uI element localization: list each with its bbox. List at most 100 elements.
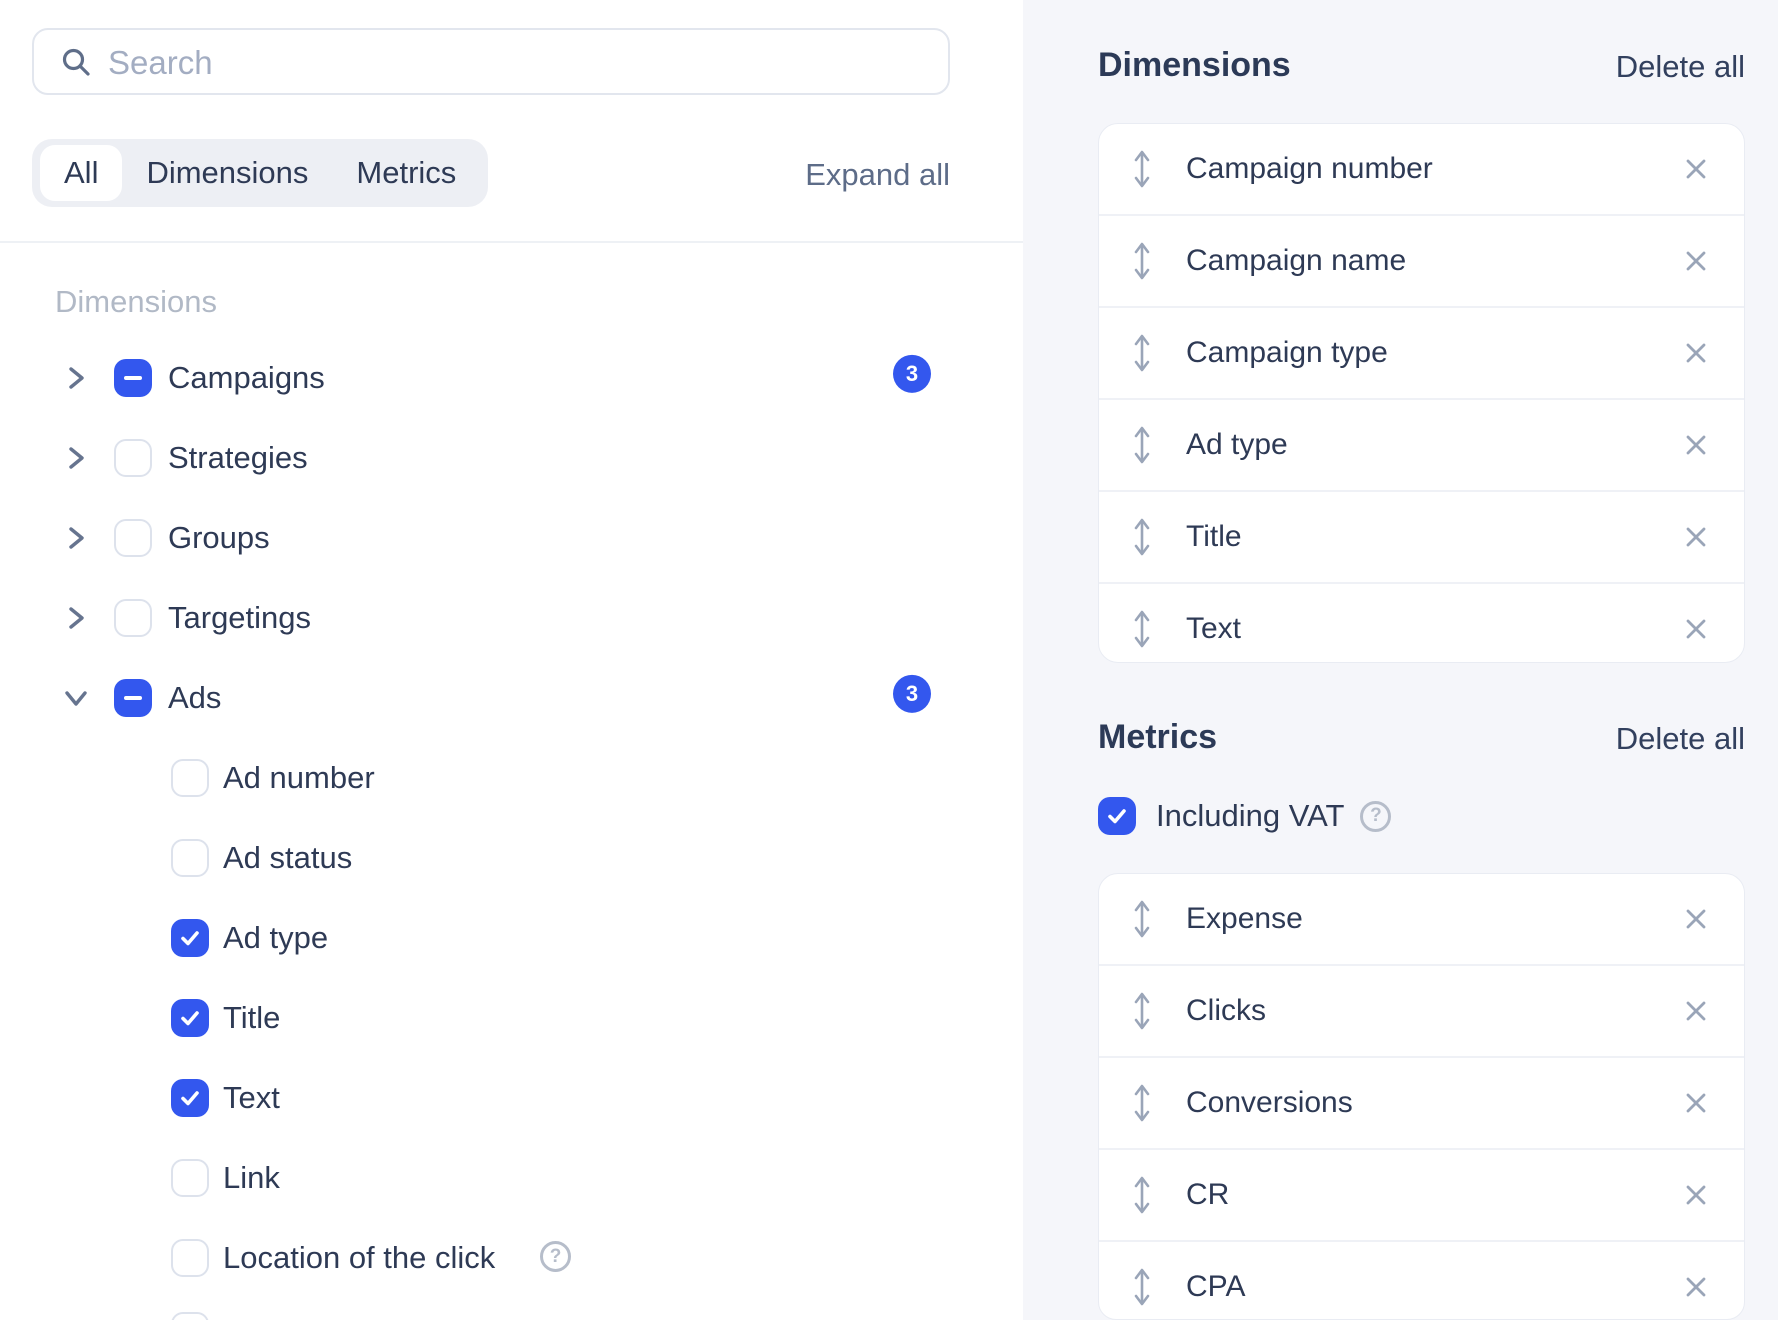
checkbox-unchecked[interactable] <box>171 1239 209 1277</box>
metric-row[interactable]: CR <box>1099 1148 1744 1240</box>
remove-icon[interactable] <box>1682 1181 1710 1209</box>
selected-fields-panel: Dimensions Delete all Campaign number Ca… <box>1023 0 1778 1320</box>
chevron-right-icon[interactable] <box>62 444 90 472</box>
checkbox-checked[interactable] <box>171 999 209 1037</box>
remove-icon[interactable] <box>1682 997 1710 1025</box>
tab-dimensions[interactable]: Dimensions <box>122 145 332 201</box>
tree-item-label: Ad status <box>223 840 352 876</box>
dimension-row[interactable]: Text <box>1099 582 1744 663</box>
metric-row[interactable]: Expense <box>1099 874 1744 964</box>
tree-section-header: Dimensions <box>55 284 217 320</box>
check-icon <box>178 926 202 950</box>
checkbox-indeterminate[interactable] <box>114 679 152 717</box>
checkbox-unchecked[interactable] <box>171 839 209 877</box>
checkbox-checked[interactable] <box>171 919 209 957</box>
tree-row-campaigns[interactable]: Campaigns 3 <box>0 338 1023 418</box>
drag-reorder-icon[interactable] <box>1132 239 1152 283</box>
chevron-down-icon[interactable] <box>62 684 90 712</box>
checkbox-unchecked-partial[interactable] <box>171 1312 209 1320</box>
metric-label: Expense <box>1186 902 1303 936</box>
dimensions-heading: Dimensions <box>1098 46 1291 85</box>
tab-all[interactable]: All <box>40 145 122 201</box>
tree-row-location-of-the-click[interactable]: Location of the click ? <box>0 1218 1023 1298</box>
dimension-row[interactable]: Title <box>1099 490 1744 582</box>
remove-icon[interactable] <box>1682 1089 1710 1117</box>
vat-checkbox-checked[interactable] <box>1098 797 1136 835</box>
drag-reorder-icon[interactable] <box>1132 607 1152 651</box>
header-divider <box>0 241 1023 243</box>
remove-icon[interactable] <box>1682 339 1710 367</box>
checkbox-unchecked[interactable] <box>171 1159 209 1197</box>
tree-item-label: Ad number <box>223 760 375 796</box>
selected-dimensions-list: Campaign number Campaign name Campaign t… <box>1098 123 1745 663</box>
metric-label: CPA <box>1186 1270 1245 1304</box>
drag-reorder-icon[interactable] <box>1132 423 1152 467</box>
tree-row-ad-type[interactable]: Ad type <box>0 898 1023 978</box>
tree-item-label: Strategies <box>168 440 308 476</box>
tree-row-strategies[interactable]: Strategies <box>0 418 1023 498</box>
metric-row[interactable]: Conversions <box>1099 1056 1744 1148</box>
expand-all-link[interactable]: Expand all <box>805 157 950 193</box>
drag-reorder-icon[interactable] <box>1132 147 1152 191</box>
dimension-row[interactable]: Ad type <box>1099 398 1744 490</box>
selected-count-badge: 3 <box>893 675 931 713</box>
metric-label: Conversions <box>1186 1086 1353 1120</box>
tree-item-label: Location of the click <box>223 1240 495 1276</box>
tree-row-targetings[interactable]: Targetings <box>0 578 1023 658</box>
selected-metrics-list: Expense Clicks Conversions CR CPA <box>1098 873 1745 1320</box>
metrics-heading: Metrics <box>1098 718 1217 757</box>
drag-reorder-icon[interactable] <box>1132 897 1152 941</box>
remove-icon[interactable] <box>1682 247 1710 275</box>
checkbox-indeterminate[interactable] <box>114 359 152 397</box>
check-icon <box>178 1086 202 1110</box>
checkbox-checked[interactable] <box>171 1079 209 1117</box>
chevron-right-icon[interactable] <box>62 364 90 392</box>
tree-row-groups[interactable]: Groups <box>0 498 1023 578</box>
tree-item-label: Ad type <box>223 920 328 956</box>
dimension-row[interactable]: Campaign name <box>1099 214 1744 306</box>
fields-picker-panel: All Dimensions Metrics Expand all Dimens… <box>0 0 1023 1320</box>
checkbox-unchecked[interactable] <box>171 759 209 797</box>
tree-row-ad-status[interactable]: Ad status <box>0 818 1023 898</box>
remove-icon[interactable] <box>1682 905 1710 933</box>
minus-glyph-icon <box>122 367 144 389</box>
drag-reorder-icon[interactable] <box>1132 989 1152 1033</box>
remove-icon[interactable] <box>1682 431 1710 459</box>
chevron-right-icon[interactable] <box>62 604 90 632</box>
checkbox-unchecked[interactable] <box>114 599 152 637</box>
metric-label: Clicks <box>1186 994 1266 1028</box>
help-icon[interactable]: ? <box>540 1241 571 1272</box>
tree-row-text[interactable]: Text <box>0 1058 1023 1138</box>
drag-reorder-icon[interactable] <box>1132 331 1152 375</box>
tab-metrics[interactable]: Metrics <box>332 145 480 201</box>
tree-row-title[interactable]: Title <box>0 978 1023 1058</box>
tree-row-ads[interactable]: Ads 3 <box>0 658 1023 738</box>
tree-item-label: Targetings <box>168 600 311 636</box>
search-input[interactable] <box>106 30 930 95</box>
checkbox-unchecked[interactable] <box>114 519 152 557</box>
drag-reorder-icon[interactable] <box>1132 1265 1152 1309</box>
checkbox-unchecked[interactable] <box>114 439 152 477</box>
tree-item-label: Title <box>223 1000 280 1036</box>
drag-reorder-icon[interactable] <box>1132 1081 1152 1125</box>
remove-icon[interactable] <box>1682 1273 1710 1301</box>
delete-all-metrics-link[interactable]: Delete all <box>1616 721 1745 757</box>
delete-all-dimensions-link[interactable]: Delete all <box>1616 49 1745 85</box>
vat-label: Including VAT <box>1156 798 1344 834</box>
dimension-row[interactable]: Campaign type <box>1099 306 1744 398</box>
help-icon[interactable]: ? <box>1360 801 1391 832</box>
chevron-right-icon[interactable] <box>62 524 90 552</box>
dimension-label: Campaign type <box>1186 336 1388 370</box>
dimension-row[interactable]: Campaign number <box>1099 124 1744 214</box>
remove-icon[interactable] <box>1682 523 1710 551</box>
tree-row-link[interactable]: Link <box>0 1138 1023 1218</box>
tree-row-ad-number[interactable]: Ad number <box>0 738 1023 818</box>
remove-icon[interactable] <box>1682 155 1710 183</box>
metric-row[interactable]: CPA <box>1099 1240 1744 1320</box>
metric-row[interactable]: Clicks <box>1099 964 1744 1056</box>
remove-icon[interactable] <box>1682 615 1710 643</box>
drag-reorder-icon[interactable] <box>1132 515 1152 559</box>
tree-item-label: Campaigns <box>168 360 325 396</box>
filter-tabs: All Dimensions Metrics <box>32 139 488 207</box>
drag-reorder-icon[interactable] <box>1132 1173 1152 1217</box>
